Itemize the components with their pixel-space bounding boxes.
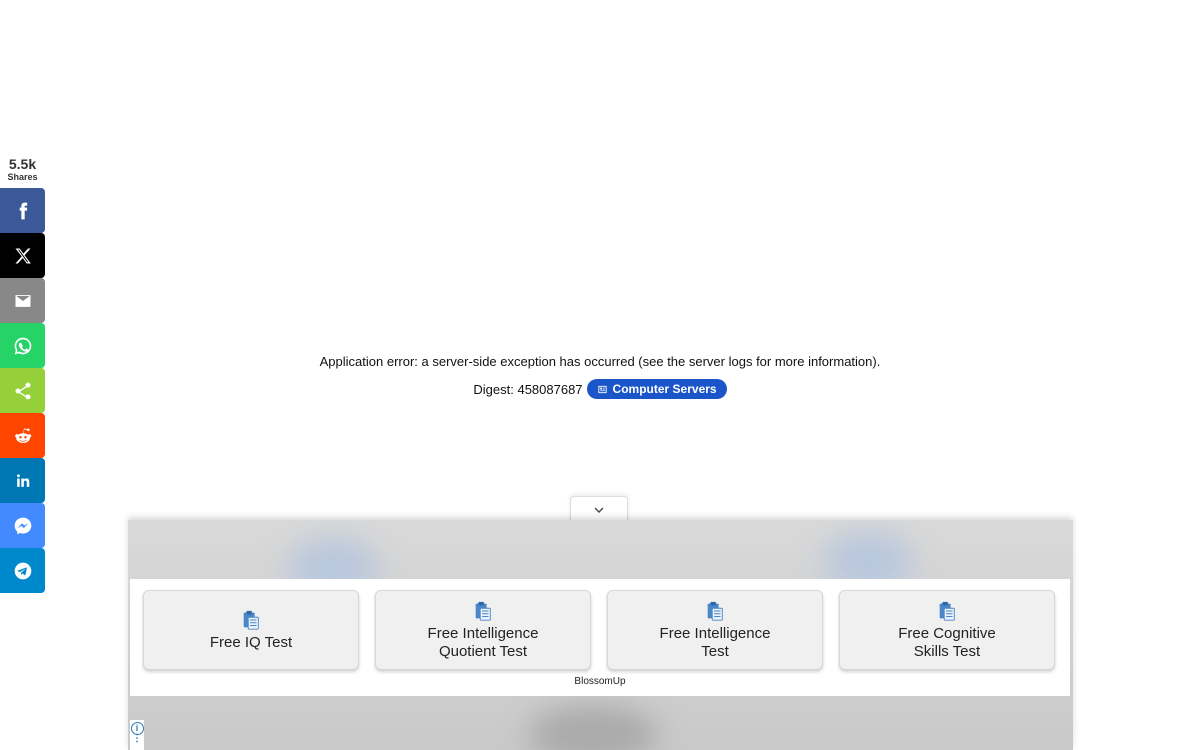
ad-links-panel: Free IQ Test Free Intelligence Quotient … [130,579,1070,696]
clipboard-icon [475,601,491,621]
clipboard-icon [939,601,955,621]
share-telegram-button[interactable] [0,548,45,593]
error-digest-row: Digest: 458087687 Computer Servers [0,379,1200,399]
clipboard-icon [707,601,723,621]
ad-card[interactable]: Free IQ Test [143,590,359,670]
messenger-icon [14,517,31,534]
ad-card[interactable]: Free Intelligence Quotient Test [375,590,591,670]
more-options-icon: ⋮ [132,733,142,744]
share-linkedin-button[interactable] [0,458,45,503]
share-facebook-button[interactable] [0,188,45,233]
ad-card-label: Free Intelligence Quotient Test [427,624,539,660]
ad-card-label: Free Intelligence Test [659,624,771,660]
telegram-icon [14,562,31,579]
ad-collapse-button[interactable] [570,496,628,523]
share-email-button[interactable] [0,278,45,323]
clipboard-icon [243,610,259,630]
error-digest: Digest: 458087687 [473,381,583,397]
share-count-number: 5.5k [8,156,37,172]
ad-card-label: Free Cognitive Skills Test [898,624,996,660]
ad-source-label: BlossomUp [574,676,626,687]
share-messenger-button[interactable] [0,503,45,548]
linkedin-icon [16,473,29,487]
computer-servers-link[interactable]: Computer Servers [586,379,727,399]
share-reddit-button[interactable] [0,413,45,458]
newspaper-icon [597,385,607,393]
computer-servers-label: Computer Servers [612,382,717,396]
ad-card[interactable]: Free Intelligence Test [607,590,823,670]
whatsapp-icon [14,337,31,354]
facebook-icon [19,202,27,219]
share-count-label: Shares [7,172,38,182]
ad-card-label: Free IQ Test [209,633,293,651]
ad-blur-decoration [528,705,658,750]
chevron-down-icon [594,507,604,513]
email-icon [15,294,30,307]
reddit-icon [14,427,31,443]
ad-card-list: Free IQ Test Free Intelligence Quotient … [143,590,1055,670]
error-message: Application error: a server-side excepti… [319,354,881,369]
x-icon [15,248,31,263]
adchoices-button[interactable]: i ⋮ [130,720,144,750]
ad-card[interactable]: Free Cognitive Skills Test [839,590,1055,670]
share-x-button[interactable] [0,233,45,278]
ad-banner: Free IQ Test Free Intelligence Quotient … [128,520,1073,750]
share-count: 5.5k Shares [0,156,45,183]
